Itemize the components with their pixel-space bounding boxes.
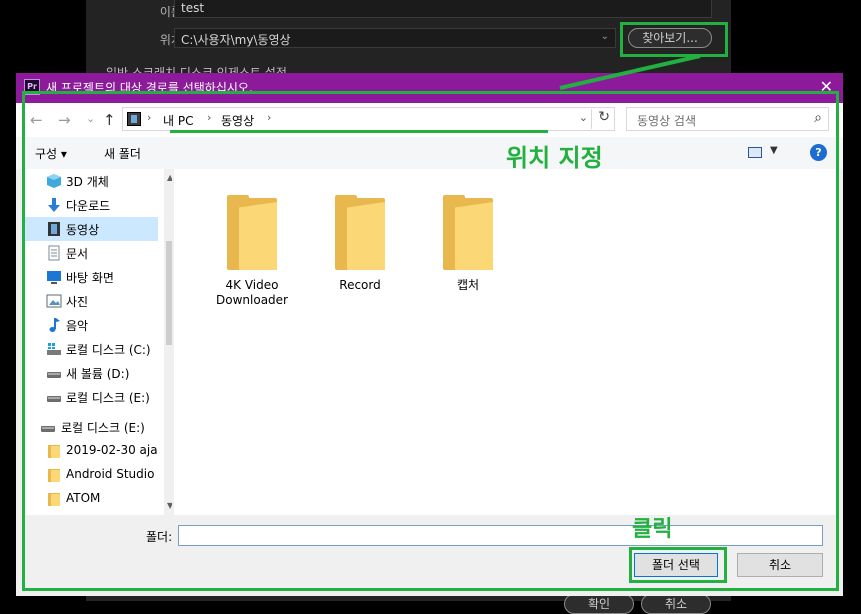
ok-button[interactable]: 확인 — [564, 594, 634, 614]
location-select[interactable]: C:\사용자\my\동영상 ⌄ — [174, 28, 616, 48]
callout-connector-line — [559, 54, 701, 90]
bg-cancel-button[interactable]: 취소 — [641, 594, 711, 614]
address-underline — [170, 130, 548, 133]
chevron-down-icon: ⌄ — [600, 31, 609, 42]
select-button-highlight-box — [629, 547, 727, 583]
location-value: C:\사용자\my\동영상 — [181, 33, 291, 47]
project-name-input[interactable]: test — [174, 0, 712, 18]
dialog-highlight-box — [22, 91, 839, 591]
location-callout-text: 위치 지정 — [506, 144, 603, 172]
name-row: 이름: test — [86, 0, 731, 22]
click-callout-text: 클릭 — [632, 517, 673, 542]
